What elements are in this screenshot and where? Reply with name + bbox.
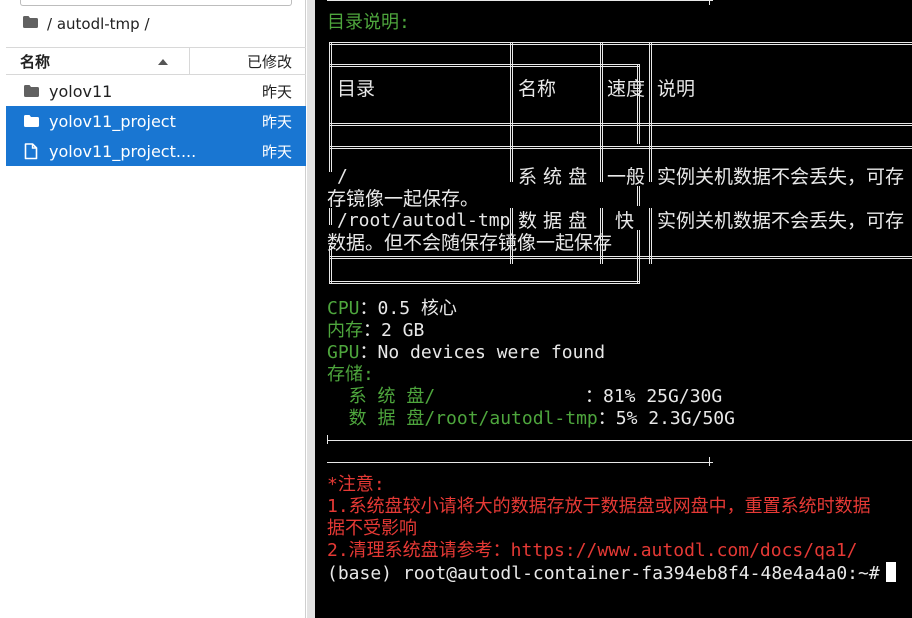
table-row-2-speed: 快 <box>615 210 635 232</box>
table-header-dir: 目录 <box>337 78 376 100</box>
file-list-header: 名称 已修改 <box>6 47 306 75</box>
notice-line-1-wrap: 据不受影响 <box>327 518 417 539</box>
breadcrumb-path[interactable]: / autodl-tmp / <box>47 15 150 33</box>
file-name: yolov11_project.... <box>49 141 197 161</box>
table-row-2-name: 数 据 盘 <box>518 210 588 232</box>
notice-separator-tick <box>709 457 710 466</box>
data-disk-value: ：5% 2.3G/50G <box>597 408 735 429</box>
memory-line: 内存：2 GB <box>327 320 424 342</box>
table-right-border-lower <box>637 230 640 284</box>
table-bottom-border <box>329 281 639 284</box>
file-browser-panel: / autodl-tmp / 名称 已修改 yolov11 昨天 yolov11_p… <box>0 0 306 618</box>
system-disk-value: ：81% 25G/30G <box>585 386 723 407</box>
sort-ascending-icon[interactable] <box>158 59 168 65</box>
table-top-border <box>329 42 912 45</box>
storage-label: 存储: <box>327 364 374 385</box>
table-row-1-desc-wrap: 存镜像一起保存。 <box>327 188 480 210</box>
filter-input[interactable] <box>20 0 292 6</box>
cpu-line: CPU：0.5 核心 <box>327 298 457 320</box>
table-row-2-desc: 实例关机数据不会丢失，可存 <box>657 210 905 232</box>
system-disk-line: 系 统 盘/ ：81% 25G/30G <box>327 386 723 408</box>
shell-prompt: (base) root@autodl-container-fa394eb8f4-… <box>327 563 880 584</box>
table-body-bottom-border <box>329 256 912 259</box>
notice-title: *注意: <box>327 474 385 495</box>
table-header-top-line <box>329 64 639 67</box>
table-header-speed: 速度 <box>607 78 646 100</box>
gpu-line: GPU：No devices were found <box>327 342 605 364</box>
info-separator-tick <box>327 435 328 444</box>
file-name: yolov11 <box>49 81 113 101</box>
file-list: yolov11 昨天 yolov11_project 昨天 yolov11_projec… <box>6 76 306 166</box>
cpu-value: ：0.5 核心 <box>359 298 457 319</box>
table-col-sep-3b <box>649 208 652 264</box>
table-row-1-speed: 一般 <box>607 166 646 188</box>
top-rule-tick <box>709 0 710 5</box>
file-modified: 昨天 <box>261 112 292 131</box>
shell-prompt-line[interactable]: (base) root@autodl-container-fa394eb8f4-… <box>327 562 896 584</box>
data-disk-line: 数 据 盘/root/autodl-tmp：5% 2.3G/50G <box>327 408 735 430</box>
file-list-item[interactable]: yolov11_project.... 昨天 <box>6 136 306 166</box>
gpu-label: GPU <box>327 342 360 363</box>
panel-splitter[interactable] <box>307 0 315 618</box>
table-left-border <box>329 42 332 172</box>
column-header-name-label: 名称 <box>20 52 51 71</box>
table-header-bottom-border <box>329 123 912 126</box>
table-col-sep-3 <box>649 42 652 182</box>
table-right-border-mid <box>637 186 640 206</box>
table-row-2-dir: /root/autodl-tmp <box>337 210 511 231</box>
folder-icon <box>22 83 40 99</box>
file-modified: 昨天 <box>261 142 292 161</box>
table-row-1-dir: / <box>337 166 348 187</box>
top-rule <box>327 0 713 1</box>
table-right-border-upper <box>637 64 640 144</box>
column-header-name[interactable]: 名称 <box>6 48 190 74</box>
table-row-1-name: 系 统 盘 <box>518 166 588 188</box>
folder-icon <box>22 113 40 129</box>
notice-separator <box>327 462 713 463</box>
table-row-2-desc-wrap: 数据。但不会随保存镜像一起保存 <box>327 232 613 254</box>
folder-icon <box>22 15 39 33</box>
file-modified: 昨天 <box>261 82 292 101</box>
file-icon <box>22 142 40 159</box>
table-row-top-line <box>329 146 912 149</box>
breadcrumb[interactable]: / autodl-tmp / <box>22 12 150 36</box>
file-name: yolov11_project <box>49 111 176 131</box>
table-row-1-desc: 实例关机数据不会丢失，可存 <box>657 166 905 188</box>
cpu-label: CPU <box>327 298 360 319</box>
data-disk-label: 数 据 盘/root/autodl-tmp <box>327 408 598 429</box>
table-left-border-2 <box>329 208 332 225</box>
terminal-panel[interactable]: 目录说明: 目录 名称 速度 说明 / 系 统 盘 一般 实例关机数据不会丢失，… <box>315 0 912 618</box>
notice-line-1: 1.系统盘较小请将大的数据存放于数据盘或网盘中，重置系统时数据 <box>327 496 871 517</box>
file-list-item[interactable]: yolov11 昨天 <box>6 76 306 106</box>
notice-line-2: 2.清理系统盘请参考：https://www.autodl.com/docs/q… <box>327 540 858 561</box>
system-disk-label: 系 统 盘/ <box>327 386 436 407</box>
table-col-sep-1 <box>510 42 513 182</box>
table-col-sep-2 <box>600 42 603 182</box>
info-separator <box>327 440 912 441</box>
gpu-value: ：No devices were found <box>359 342 606 363</box>
table-header-desc: 说明 <box>657 78 696 100</box>
memory-value: ：2 GB <box>363 320 425 341</box>
dir-desc-heading: 目录说明: <box>327 12 410 33</box>
memory-label: 内存 <box>327 320 363 341</box>
table-header-name: 名称 <box>518 78 557 100</box>
column-header-modified[interactable]: 已修改 <box>190 51 306 72</box>
file-list-item[interactable]: yolov11_project 昨天 <box>6 106 306 136</box>
terminal-cursor <box>885 562 896 582</box>
